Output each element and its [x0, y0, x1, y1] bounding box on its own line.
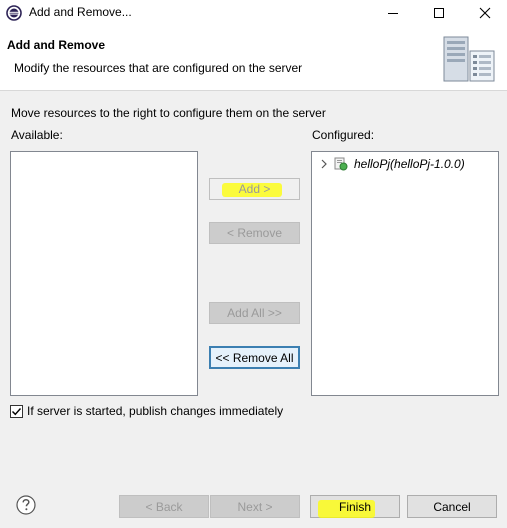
available-label: Available:	[11, 128, 63, 142]
web-project-icon	[334, 157, 348, 171]
configured-list[interactable]: helloPj(helloPj-1.0.0)	[311, 151, 499, 396]
maximize-button[interactable]	[416, 0, 462, 26]
header-description: Modify the resources that are configured…	[14, 61, 303, 75]
back-button[interactable]: < Back	[119, 495, 209, 518]
add-all-button[interactable]: Add All >>	[209, 302, 300, 324]
tree-item-label: helloPj(helloPj-1.0.0)	[354, 157, 465, 171]
remove-all-button[interactable]: << Remove All	[209, 346, 300, 369]
chevron-right-icon[interactable]	[318, 159, 330, 169]
remove-button[interactable]: < Remove	[209, 222, 300, 244]
next-button[interactable]: Next >	[210, 495, 300, 518]
close-button[interactable]	[462, 0, 507, 26]
title-bar: Add and Remove...	[0, 0, 507, 26]
publish-checkbox-label[interactable]: If server is started, publish changes im…	[27, 404, 283, 418]
dialog-footer: < Back Next > Finish Cancel	[0, 483, 507, 528]
server-icon	[438, 35, 498, 85]
finish-button[interactable]: Finish	[310, 495, 400, 518]
configured-label: Configured:	[312, 128, 375, 142]
add-button[interactable]: Add >	[209, 178, 300, 200]
window-title: Add and Remove...	[29, 5, 132, 19]
maximize-icon	[434, 8, 444, 18]
minimize-button[interactable]	[370, 0, 416, 26]
publish-checkbox[interactable]	[10, 404, 23, 418]
dialog-body: Move resources to the right to configure…	[0, 91, 507, 483]
cancel-button[interactable]: Cancel	[407, 495, 497, 518]
publish-checkbox-row[interactable]: If server is started, publish changes im…	[10, 404, 283, 418]
tree-item-hellopj[interactable]: helloPj(helloPj-1.0.0)	[318, 156, 465, 172]
eclipse-icon	[6, 5, 22, 21]
help-icon[interactable]	[16, 495, 36, 515]
checkmark-icon	[12, 407, 22, 415]
add-remove-dialog: Add and Remove... Add and Remove Modify …	[0, 0, 507, 528]
dialog-header: Add and Remove Modify the resources that…	[0, 26, 507, 91]
minimize-icon	[388, 13, 398, 14]
header-title: Add and Remove	[7, 38, 106, 52]
available-list[interactable]	[10, 151, 198, 396]
instruction-text: Move resources to the right to configure…	[11, 106, 326, 120]
close-icon	[479, 7, 491, 19]
finish-button-label: Finish	[338, 499, 371, 514]
